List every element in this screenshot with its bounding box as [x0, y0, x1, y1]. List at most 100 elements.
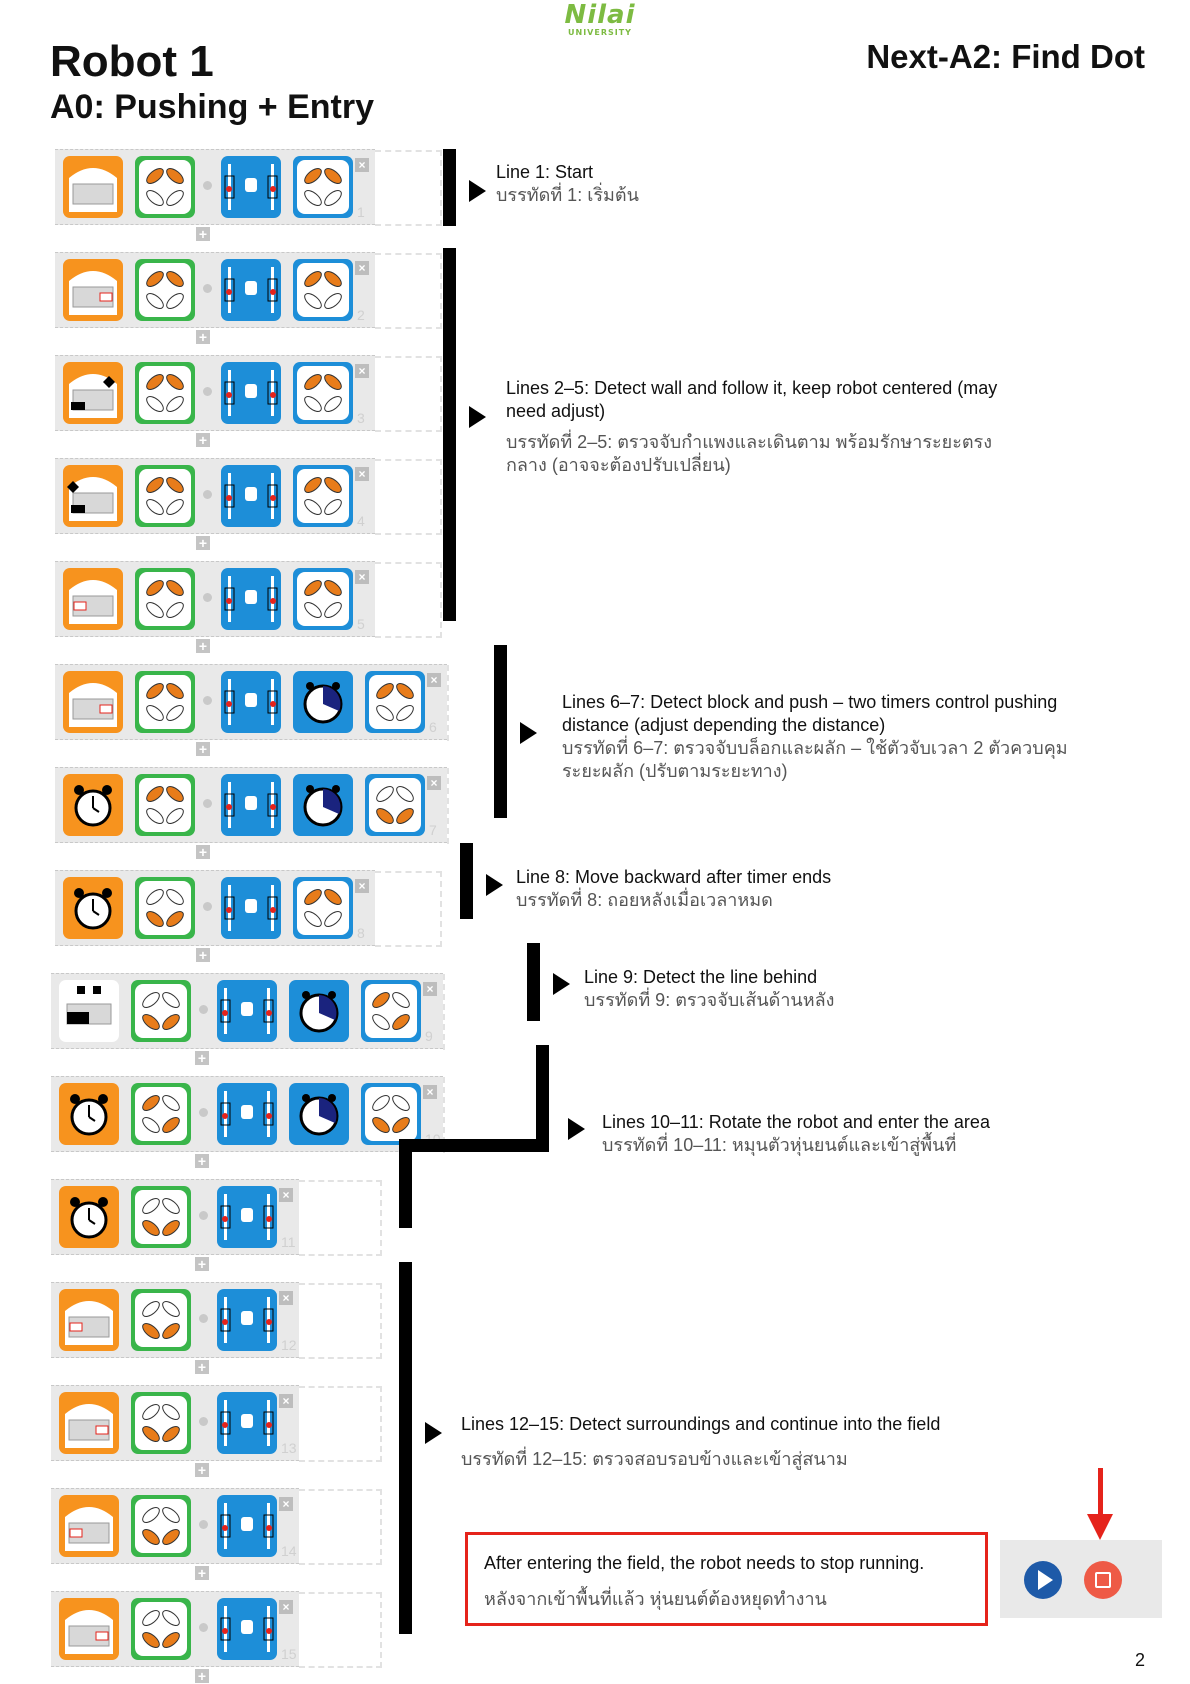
program-row[interactable]: × 14 [51, 1488, 382, 1565]
add-row-icon[interactable]: + [195, 1566, 209, 1580]
delete-row-icon[interactable]: × [427, 673, 441, 687]
program-row[interactable]: × 12 [51, 1282, 382, 1359]
dir-straight-block[interactable] [221, 259, 281, 321]
dir-straight-block[interactable] [217, 980, 277, 1042]
motion-forward-block[interactable] [135, 465, 195, 527]
sensor-empty-block[interactable] [63, 156, 123, 218]
add-row-icon[interactable]: + [196, 639, 210, 653]
dir-straight-block[interactable] [217, 1495, 277, 1557]
sensor-right-front-block[interactable] [59, 1598, 119, 1660]
motion-forward-blue-block[interactable] [293, 156, 353, 218]
dir-left-block[interactable] [221, 568, 281, 630]
delete-row-icon[interactable]: × [355, 467, 369, 481]
dir-straight-block[interactable] [217, 1392, 277, 1454]
motion-turn-blue-block[interactable] [361, 980, 421, 1042]
delete-row-icon[interactable]: × [355, 261, 369, 275]
dir-straight-block[interactable] [217, 1289, 277, 1351]
motion-forward-block[interactable] [135, 362, 195, 424]
alarm-block[interactable] [63, 774, 123, 836]
dir-straight-block[interactable] [217, 1598, 277, 1660]
delete-row-icon[interactable]: × [423, 982, 437, 996]
motion-backward-blue-block[interactable] [365, 774, 425, 836]
dir-right-block[interactable] [221, 362, 281, 424]
program-row[interactable]: × 8 [55, 870, 442, 947]
program-row[interactable]: × 13 [51, 1385, 382, 1462]
sensor-left-wall-block[interactable] [63, 465, 123, 527]
dir-straight-block[interactable] [221, 774, 281, 836]
dir-straight-block[interactable] [221, 877, 281, 939]
dir-straight-block[interactable] [221, 465, 281, 527]
play-icon[interactable] [1024, 1561, 1062, 1599]
motion-forward-block[interactable] [135, 671, 195, 733]
delete-row-icon[interactable]: × [355, 364, 369, 378]
delete-row-icon[interactable]: × [427, 776, 441, 790]
delete-row-icon[interactable]: × [355, 570, 369, 584]
motion-backward-block[interactable] [131, 980, 191, 1042]
add-row-icon[interactable]: + [196, 948, 210, 962]
add-row-icon[interactable]: + [195, 1154, 209, 1168]
program-row[interactable]: × 1 [55, 149, 442, 226]
motion-forward-block[interactable] [135, 774, 195, 836]
sensor-right-front-block[interactable] [59, 1392, 119, 1454]
sensor-left-front-block[interactable] [63, 568, 123, 630]
add-row-icon[interactable]: + [195, 1669, 209, 1683]
delete-row-icon[interactable]: × [279, 1291, 293, 1305]
stop-icon[interactable] [1084, 1561, 1122, 1599]
alarm-block[interactable] [63, 877, 123, 939]
motion-forward-blue-block[interactable] [293, 877, 353, 939]
program-row[interactable]: × 2 [55, 252, 442, 329]
add-row-icon[interactable]: + [195, 1051, 209, 1065]
delete-row-icon[interactable]: × [279, 1497, 293, 1511]
delete-row-icon[interactable]: × [279, 1188, 293, 1202]
delete-row-icon[interactable]: × [355, 879, 369, 893]
add-row-icon[interactable]: + [196, 845, 210, 859]
sensor-front-block[interactable] [63, 671, 123, 733]
program-row[interactable]: × 6 [55, 664, 449, 741]
add-row-icon[interactable]: + [196, 536, 210, 550]
motion-forward-blue-block[interactable] [293, 362, 353, 424]
delete-row-icon[interactable]: × [423, 1085, 437, 1099]
add-row-icon[interactable]: + [195, 1257, 209, 1271]
sensor-line-behind-block[interactable] [59, 980, 119, 1042]
add-row-icon[interactable]: + [196, 330, 210, 344]
motion-backward-block[interactable] [131, 1289, 191, 1351]
dir-straight-block[interactable] [217, 1186, 277, 1248]
timer-block[interactable] [293, 774, 353, 836]
program-row[interactable]: × 3 [55, 355, 442, 432]
program-row[interactable]: × 4 [55, 458, 442, 535]
sensor-left-front-block[interactable] [59, 1289, 119, 1351]
sensor-right-wall-block[interactable] [63, 362, 123, 424]
add-row-icon[interactable]: + [195, 1463, 209, 1477]
motion-backward-blue-block[interactable] [361, 1083, 421, 1145]
delete-row-icon[interactable]: × [355, 158, 369, 172]
delete-row-icon[interactable]: × [279, 1394, 293, 1408]
program-row[interactable]: × 7 [55, 767, 449, 844]
delete-row-icon[interactable]: × [279, 1600, 293, 1614]
program-row[interactable]: × 5 [55, 561, 442, 638]
timer-block[interactable] [293, 671, 353, 733]
motion-forward-blue-block[interactable] [293, 259, 353, 321]
alarm-block[interactable] [59, 1083, 119, 1145]
timer-block[interactable] [289, 980, 349, 1042]
add-row-icon[interactable]: + [196, 433, 210, 447]
motion-backward-block[interactable] [135, 877, 195, 939]
dir-straight-block[interactable] [221, 671, 281, 733]
program-row[interactable]: × 15 [51, 1591, 382, 1668]
add-row-icon[interactable]: + [195, 1360, 209, 1374]
motion-turn-block[interactable] [131, 1083, 191, 1145]
motion-backward-block[interactable] [131, 1186, 191, 1248]
program-row[interactable]: × 9 [51, 973, 445, 1050]
alarm-block[interactable] [59, 1186, 119, 1248]
dir-straight-block[interactable] [221, 156, 281, 218]
sensor-right-front-block[interactable] [63, 259, 123, 321]
sensor-left-front-block[interactable] [59, 1495, 119, 1557]
timer-block[interactable] [289, 1083, 349, 1145]
add-row-icon[interactable]: + [196, 227, 210, 241]
motion-forward-block[interactable] [135, 156, 195, 218]
motion-forward-blue-block[interactable] [293, 568, 353, 630]
motion-forward-blue-block[interactable] [365, 671, 425, 733]
motion-forward-block[interactable] [135, 568, 195, 630]
motion-backward-block[interactable] [131, 1495, 191, 1557]
motion-forward-blue-block[interactable] [293, 465, 353, 527]
add-row-icon[interactable]: + [196, 742, 210, 756]
